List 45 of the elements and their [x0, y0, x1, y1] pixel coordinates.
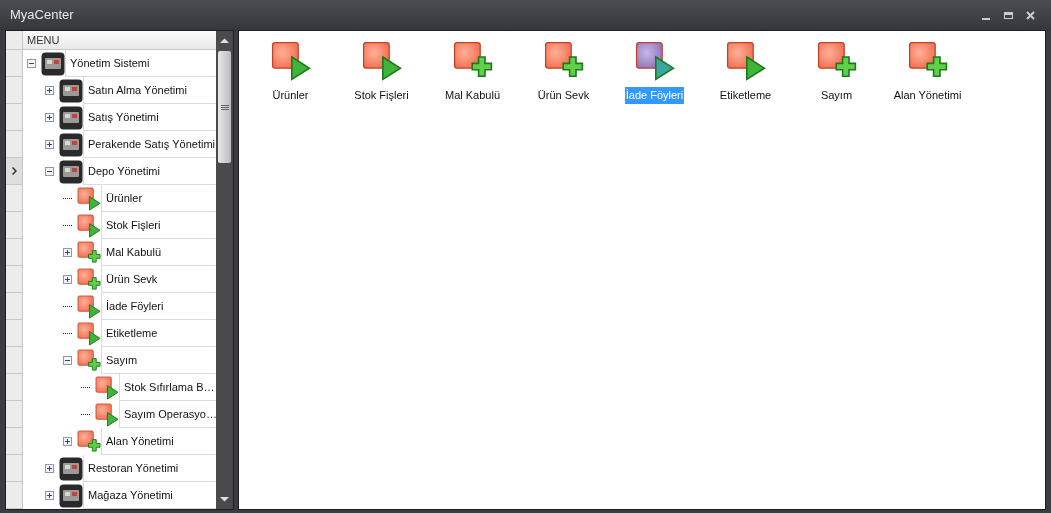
app-tile-icon: [59, 456, 83, 481]
module-label[interactable]: Ürün Sevk: [536, 87, 591, 104]
module-play-icon: [270, 41, 311, 81]
header-corner: [6, 31, 23, 50]
expand-toggle[interactable]: [45, 491, 54, 500]
module-play-icon: [77, 186, 101, 211]
collapse-toggle[interactable]: [45, 167, 54, 176]
module-play-icon: [361, 41, 402, 81]
module-play-icon: [95, 375, 119, 400]
expand-toggle[interactable]: [45, 140, 54, 149]
module-plus-icon: [77, 267, 101, 292]
window-title: MyaCenter: [10, 6, 75, 25]
module-label[interactable]: Sayım: [819, 87, 854, 104]
expand-toggle[interactable]: [63, 248, 72, 257]
module-plus-icon: [77, 240, 101, 265]
module-label[interactable]: Alan Yönetimi: [892, 87, 963, 104]
module-play-icon: [95, 402, 119, 427]
chevron-right-icon: [11, 167, 17, 175]
module-label[interactable]: Ürünler: [271, 87, 310, 104]
expand-toggle[interactable]: [63, 275, 72, 284]
app-tile-icon: [59, 132, 83, 157]
app-tile-icon: [59, 105, 83, 130]
row-indicator[interactable]: [6, 158, 23, 185]
app-tile-icon: [59, 78, 83, 103]
module-play-icon: [634, 41, 675, 81]
collapse-toggle[interactable]: [63, 356, 72, 365]
column-header[interactable]: MENU: [23, 31, 216, 50]
module-plus-icon: [77, 429, 101, 454]
app-tile-icon: [59, 159, 83, 184]
expand-toggle[interactable]: [45, 464, 54, 473]
module-play-icon: [77, 294, 101, 319]
expand-toggle[interactable]: [45, 86, 54, 95]
module-label[interactable]: Stok Fişleri: [353, 87, 410, 104]
scrollbar[interactable]: [216, 31, 233, 509]
expand-toggle[interactable]: [45, 113, 54, 122]
module-play-icon: [77, 321, 101, 346]
module-label[interactable]: Mal Kabulü: [443, 87, 501, 104]
module-label[interactable]: Etiketleme: [718, 87, 773, 104]
module-plus-icon: [77, 348, 101, 373]
expand-toggle[interactable]: [63, 437, 72, 446]
collapse-toggle[interactable]: [27, 59, 36, 68]
module-play-icon: [77, 213, 101, 238]
module-play-icon: [725, 41, 766, 81]
app-tile-icon: [41, 51, 65, 76]
close-icon: [1025, 10, 1035, 20]
